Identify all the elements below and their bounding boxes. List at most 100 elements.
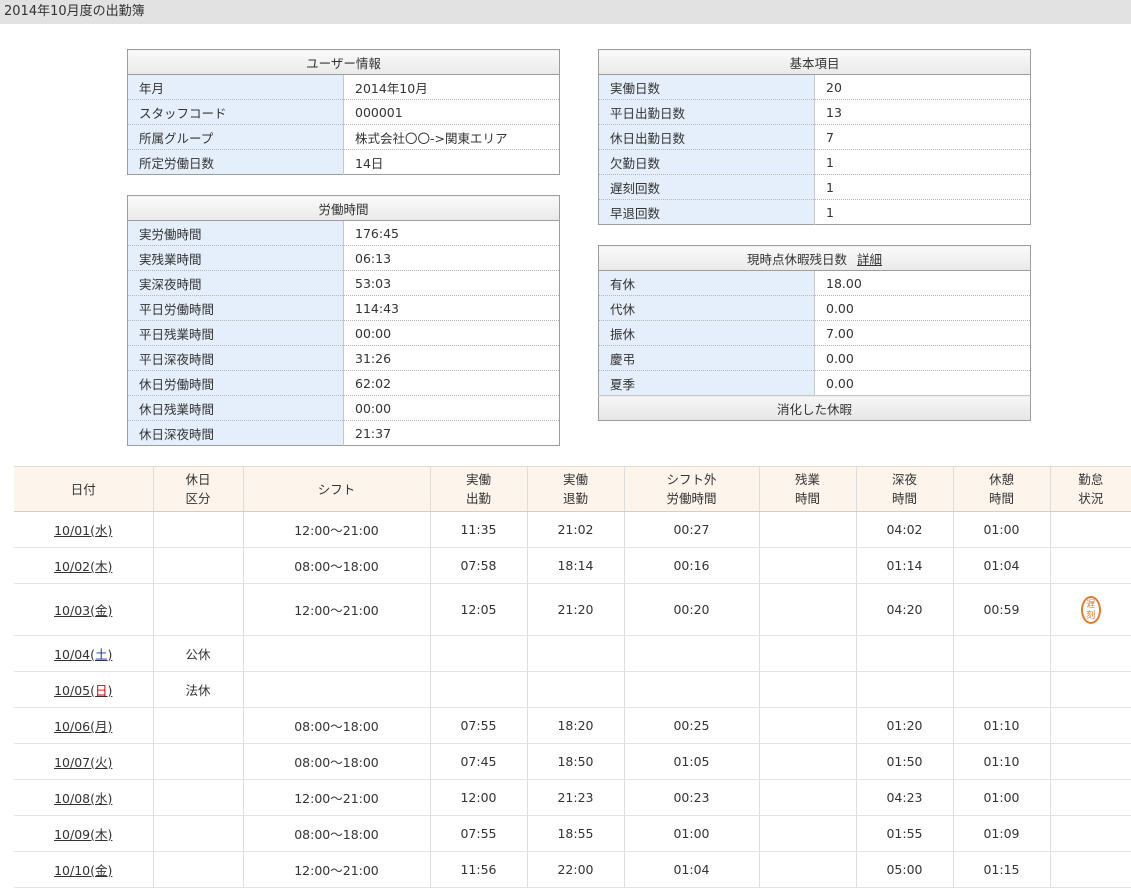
info-label: 実労働時間 — [127, 220, 344, 246]
info-row: 欠勤日数 1 — [598, 149, 1031, 175]
status-cell — [1049, 779, 1131, 816]
night-cell: 05:00 — [855, 851, 953, 888]
status-cell — [1049, 851, 1131, 888]
clock-in-cell: 12:05 — [429, 583, 527, 636]
day-of-week: 土 — [95, 647, 108, 662]
info-label: 実残業時間 — [127, 245, 344, 271]
clock-out-cell: 18:14 — [526, 547, 624, 584]
late-stamp-icon: 遅刻 — [1080, 595, 1101, 624]
clock-in-cell: 07:45 — [429, 743, 527, 780]
off-shift-hours-cell — [623, 671, 759, 708]
date-link[interactable]: 10/08(水) — [54, 791, 112, 806]
day-of-week: 月 — [95, 719, 108, 734]
shift-cell: 12:00～21:00 — [242, 511, 430, 548]
date-cell: 10/06(月) — [14, 707, 153, 744]
off-shift-hours-cell: 00:27 — [623, 511, 759, 548]
clock-out-cell — [526, 671, 624, 708]
clock-out-cell: 22:00 — [526, 851, 624, 888]
day-of-week: 金 — [95, 863, 108, 878]
date-link[interactable]: 10/02(木) — [54, 559, 112, 574]
night-cell: 04:20 — [855, 583, 953, 636]
break-cell: 01:10 — [952, 743, 1050, 780]
info-label: 実働日数 — [598, 74, 815, 100]
info-label: 平日残業時間 — [127, 320, 344, 346]
info-value: 1 — [814, 199, 1031, 225]
info-row: 実労働時間 176:45 — [127, 220, 560, 246]
date-link[interactable]: 10/09(木) — [54, 827, 112, 842]
status-cell — [1049, 707, 1131, 744]
info-value: 0.00 — [814, 345, 1031, 371]
info-value: 000001 — [343, 99, 560, 125]
leave-balance-header: 現時点休暇残日数 詳細 — [598, 245, 1031, 271]
info-value: 00:00 — [343, 395, 560, 421]
info-value: 1 — [814, 174, 1031, 200]
info-row: 夏季 0.00 — [598, 370, 1031, 396]
col-night: 深夜 時間 — [855, 466, 953, 512]
info-label: 実深夜時間 — [127, 270, 344, 296]
col-shift: シフト — [242, 466, 430, 512]
holiday-type-cell: 公休 — [152, 635, 243, 672]
info-label: 休日労働時間 — [127, 370, 344, 396]
night-cell — [855, 635, 953, 672]
col-holiday-type: 休日 区分 — [152, 466, 243, 512]
status-cell — [1049, 547, 1131, 584]
night-cell: 01:20 — [855, 707, 953, 744]
clock-in-cell — [429, 635, 527, 672]
info-row: 所定労働日数 14日 — [127, 149, 560, 175]
attendance-row: 10/04(土) 公休 — [14, 635, 1131, 672]
break-cell: 01:04 — [952, 547, 1050, 584]
day-of-week: 金 — [95, 603, 108, 618]
basic-items-panel: 基本項目 実働日数 20 平日出勤日数 13 休日出勤日数 7 欠勤日数 1 遅刻回数 1 早退回数… — [598, 49, 1031, 225]
night-cell: 01:50 — [855, 743, 953, 780]
date-link[interactable]: 10/01(水) — [54, 523, 112, 538]
clock-out-cell — [526, 635, 624, 672]
date-cell: 10/07(火) — [14, 743, 153, 780]
shift-cell: 08:00～18:00 — [242, 743, 430, 780]
info-row: 休日残業時間 00:00 — [127, 395, 560, 421]
info-row: 平日出勤日数 13 — [598, 99, 1031, 125]
info-row: 遅刻回数 1 — [598, 174, 1031, 200]
info-row: 休日出勤日数 7 — [598, 124, 1031, 150]
overtime-cell — [758, 815, 856, 852]
date-link[interactable]: 10/10(金) — [54, 863, 112, 878]
info-label: 遅刻回数 — [598, 174, 815, 200]
attendance-row: 10/05(日) 法休 — [14, 671, 1131, 708]
info-label: 年月 — [127, 74, 344, 100]
date-cell: 10/02(木) — [14, 547, 153, 584]
off-shift-hours-cell: 01:00 — [623, 815, 759, 852]
col-clock-out: 実働 退勤 — [526, 466, 624, 512]
day-of-week: 木 — [95, 827, 108, 842]
clock-in-cell: 07:55 — [429, 815, 527, 852]
night-cell: 04:23 — [855, 779, 953, 816]
overtime-cell — [758, 707, 856, 744]
info-value: 62:02 — [343, 370, 560, 396]
off-shift-hours-cell: 01:05 — [623, 743, 759, 780]
clock-in-cell: 07:55 — [429, 707, 527, 744]
attendance-row: 10/08(水) 12:00～21:00 12:00 21:23 00:23 04:23 0… — [14, 779, 1131, 816]
shift-cell: 08:00～18:00 — [242, 707, 430, 744]
used-leave-button[interactable]: 消化した休暇 — [598, 395, 1031, 421]
work-time-header: 労働時間 — [127, 195, 560, 221]
shift-cell: 12:00～21:00 — [242, 583, 430, 636]
off-shift-hours-cell: 00:23 — [623, 779, 759, 816]
date-link[interactable]: 10/06(月) — [54, 719, 112, 734]
break-cell: 01:10 — [952, 707, 1050, 744]
info-label: 代休 — [598, 295, 815, 321]
info-label: 欠勤日数 — [598, 149, 815, 175]
leave-detail-link[interactable]: 詳細 — [857, 252, 882, 267]
date-link[interactable]: 10/05(日) — [54, 683, 112, 698]
break-cell: 01:15 — [952, 851, 1050, 888]
date-link[interactable]: 10/04(土) — [54, 647, 112, 662]
attendance-table: 日付 休日 区分 シフト 実働 出勤 実働 退勤 シフト外 労働時間 残業 時間 深夜 時間… — [14, 466, 1131, 888]
info-row: 慶弔 0.00 — [598, 345, 1031, 371]
info-row: 実働日数 20 — [598, 74, 1031, 100]
info-label: 休日残業時間 — [127, 395, 344, 421]
off-shift-hours-cell: 00:25 — [623, 707, 759, 744]
break-cell — [952, 671, 1050, 708]
date-link[interactable]: 10/07(火) — [54, 755, 112, 770]
date-link[interactable]: 10/03(金) — [54, 603, 112, 618]
overtime-cell — [758, 851, 856, 888]
info-row: 平日深夜時間 31:26 — [127, 345, 560, 371]
clock-out-cell: 18:55 — [526, 815, 624, 852]
attendance-row: 10/01(水) 12:00～21:00 11:35 21:02 00:27 04:02 0… — [14, 511, 1131, 548]
